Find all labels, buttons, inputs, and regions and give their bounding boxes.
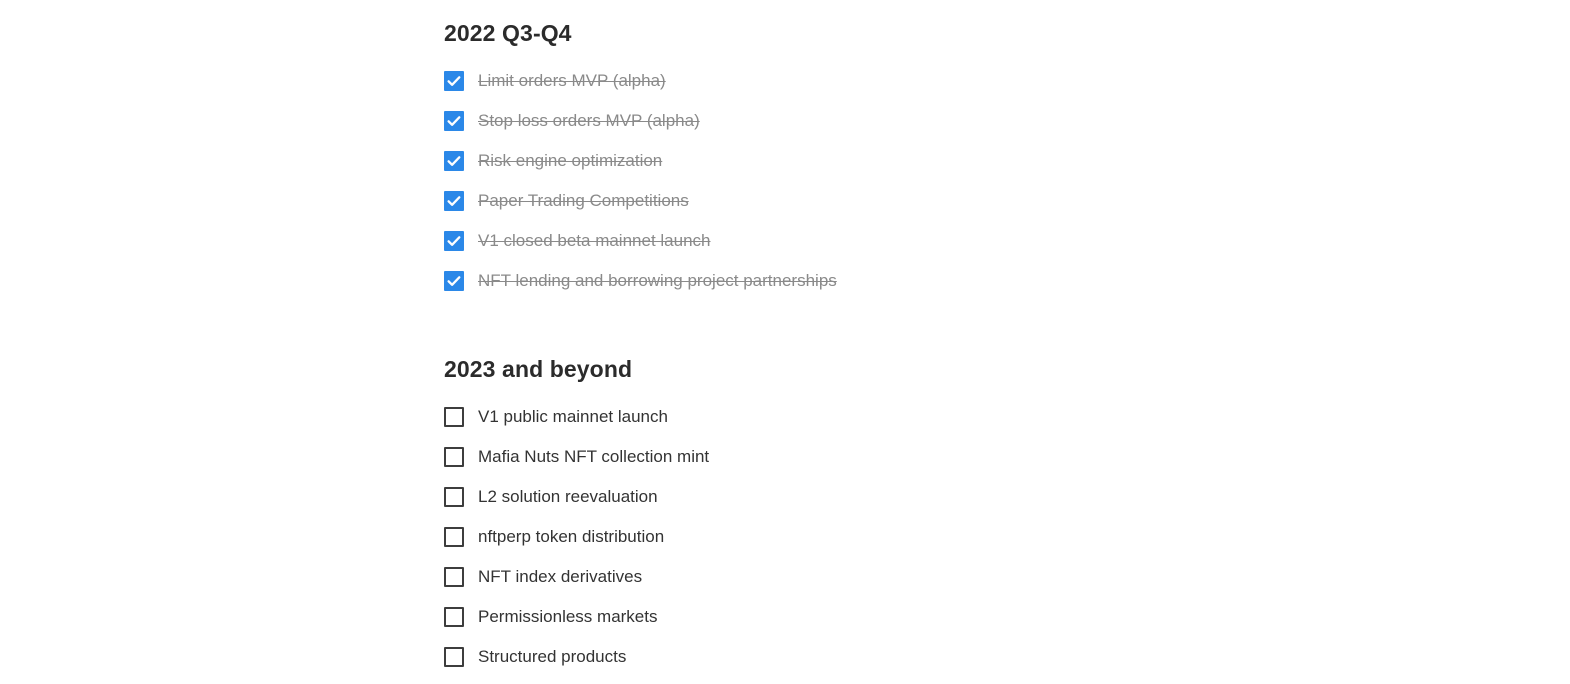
empty-checkbox-icon[interactable] bbox=[444, 567, 464, 587]
roadmap-content: 2022 Q3-Q4 Limit orders MVP (alpha) Stop… bbox=[444, 0, 1444, 677]
task-item[interactable]: Paper Trading Competitions bbox=[444, 181, 1444, 221]
task-label: L2 solution reevaluation bbox=[478, 487, 658, 506]
task-item[interactable]: Mafia Nuts NFT collection mint bbox=[444, 437, 1444, 477]
check-icon[interactable] bbox=[444, 191, 464, 211]
task-label: Structured products bbox=[478, 647, 627, 666]
task-item[interactable]: NFT lending and borrowing project partne… bbox=[444, 261, 1444, 301]
task-item[interactable]: Structured products bbox=[444, 637, 1444, 677]
task-label: Stop loss orders MVP (alpha) bbox=[478, 111, 700, 130]
task-item[interactable]: Risk engine optimization bbox=[444, 141, 1444, 181]
task-list: V1 public mainnet launch Mafia Nuts NFT … bbox=[444, 397, 1444, 677]
task-label: NFT lending and borrowing project partne… bbox=[478, 271, 837, 290]
task-item[interactable]: V1 closed beta mainnet launch bbox=[444, 221, 1444, 261]
task-item[interactable]: L2 solution reevaluation bbox=[444, 477, 1444, 517]
task-label: Limit orders MVP (alpha) bbox=[478, 71, 666, 90]
roadmap-section-2023-and-beyond: 2023 and beyond V1 public mainnet launch… bbox=[444, 301, 1444, 677]
task-item[interactable]: V1 public mainnet launch bbox=[444, 397, 1444, 437]
task-label: Paper Trading Competitions bbox=[478, 191, 689, 210]
task-label: Risk engine optimization bbox=[478, 151, 663, 170]
task-list: Limit orders MVP (alpha) Stop loss order… bbox=[444, 61, 1444, 301]
task-label: Mafia Nuts NFT collection mint bbox=[478, 447, 710, 466]
empty-checkbox-icon[interactable] bbox=[444, 447, 464, 467]
roadmap-section-2022-q3-q4: 2022 Q3-Q4 Limit orders MVP (alpha) Stop… bbox=[444, 0, 1444, 301]
task-item[interactable]: NFT index derivatives bbox=[444, 557, 1444, 597]
check-icon[interactable] bbox=[444, 271, 464, 291]
task-item[interactable]: Stop loss orders MVP (alpha) bbox=[444, 101, 1444, 141]
check-icon[interactable] bbox=[444, 231, 464, 251]
task-item[interactable]: Permissionless markets bbox=[444, 597, 1444, 637]
empty-checkbox-icon[interactable] bbox=[444, 407, 464, 427]
section-heading: 2022 Q3-Q4 bbox=[444, 20, 572, 46]
task-label: nftperp token distribution bbox=[478, 527, 665, 546]
check-icon[interactable] bbox=[444, 151, 464, 171]
task-label: NFT index derivatives bbox=[478, 567, 643, 586]
section-heading: 2023 and beyond bbox=[444, 356, 633, 382]
task-item[interactable]: Limit orders MVP (alpha) bbox=[444, 61, 1444, 101]
empty-checkbox-icon[interactable] bbox=[444, 487, 464, 507]
empty-checkbox-icon[interactable] bbox=[444, 607, 464, 627]
task-item[interactable]: nftperp token distribution bbox=[444, 517, 1444, 557]
empty-checkbox-icon[interactable] bbox=[444, 527, 464, 547]
roadmap-page: 2022 Q3-Q4 Limit orders MVP (alpha) Stop… bbox=[0, 0, 1570, 684]
task-label: V1 closed beta mainnet launch bbox=[478, 231, 711, 250]
task-label: Permissionless markets bbox=[478, 607, 658, 626]
check-icon[interactable] bbox=[444, 71, 464, 91]
empty-checkbox-icon[interactable] bbox=[444, 647, 464, 667]
check-icon[interactable] bbox=[444, 111, 464, 131]
task-label: V1 public mainnet launch bbox=[478, 407, 668, 426]
